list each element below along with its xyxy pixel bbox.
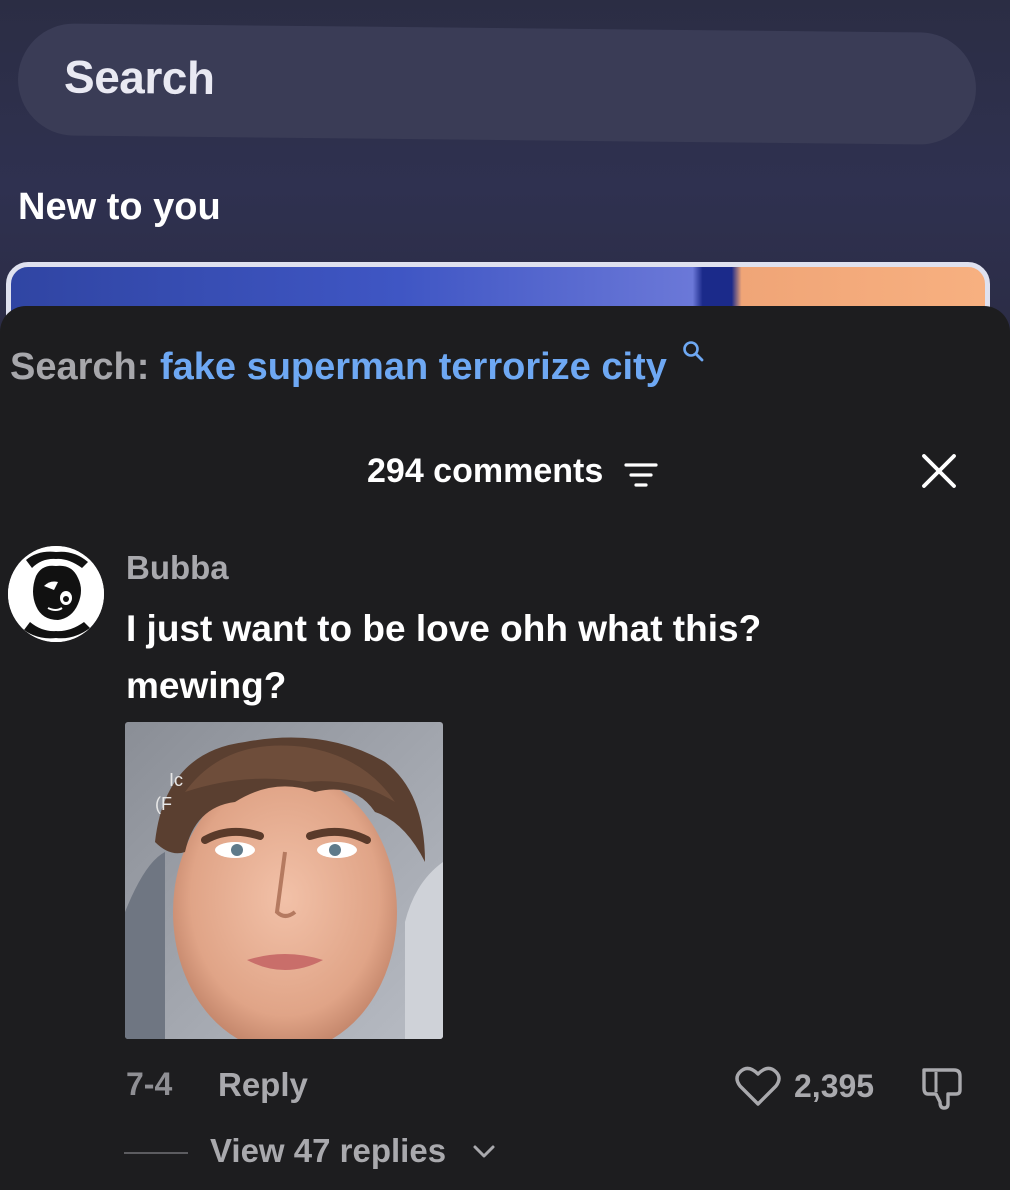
- heart-icon[interactable]: [734, 1064, 782, 1108]
- like-count: 2,395: [794, 1068, 875, 1104]
- sort-icon[interactable]: [624, 460, 658, 490]
- comment-date: 7-4: [126, 1066, 173, 1102]
- reply-button[interactable]: Reply: [218, 1066, 308, 1104]
- replies-divider: [124, 1152, 188, 1154]
- background-search-bar[interactable]: Search: [17, 22, 977, 146]
- avatar-emblem-icon: [8, 546, 104, 642]
- section-title: New to you: [18, 186, 221, 228]
- comment-username[interactable]: Bubba: [126, 549, 229, 587]
- svg-text:Ic: Ic: [169, 770, 183, 790]
- background-search-label: Search: [63, 50, 215, 105]
- search-query-link[interactable]: fake superman terrorize city: [160, 346, 667, 388]
- comment-text: I just want to be love ohh what this? me…: [126, 608, 762, 706]
- close-icon[interactable]: [920, 452, 958, 490]
- svg-text:(F: (F: [155, 794, 172, 814]
- chevron-down-icon[interactable]: [472, 1142, 496, 1162]
- background-page: Search New to you: [0, 0, 1010, 340]
- comments-sheet: Search: fake superman terrorize city 294…: [0, 306, 1010, 1190]
- search-prefix: Search:: [10, 346, 150, 388]
- thumbs-down-icon[interactable]: [918, 1062, 968, 1112]
- comment-count: 294 comments: [367, 452, 604, 490]
- search-suggestion[interactable]: Search: fake superman terrorize city: [10, 341, 704, 389]
- avatar[interactable]: [8, 546, 104, 642]
- search-icon: [683, 341, 704, 362]
- comments-header: 294 comments: [0, 446, 1010, 502]
- comment-image[interactable]: Ic (F: [125, 722, 443, 1039]
- view-replies-button[interactable]: View 47 replies: [210, 1132, 446, 1170]
